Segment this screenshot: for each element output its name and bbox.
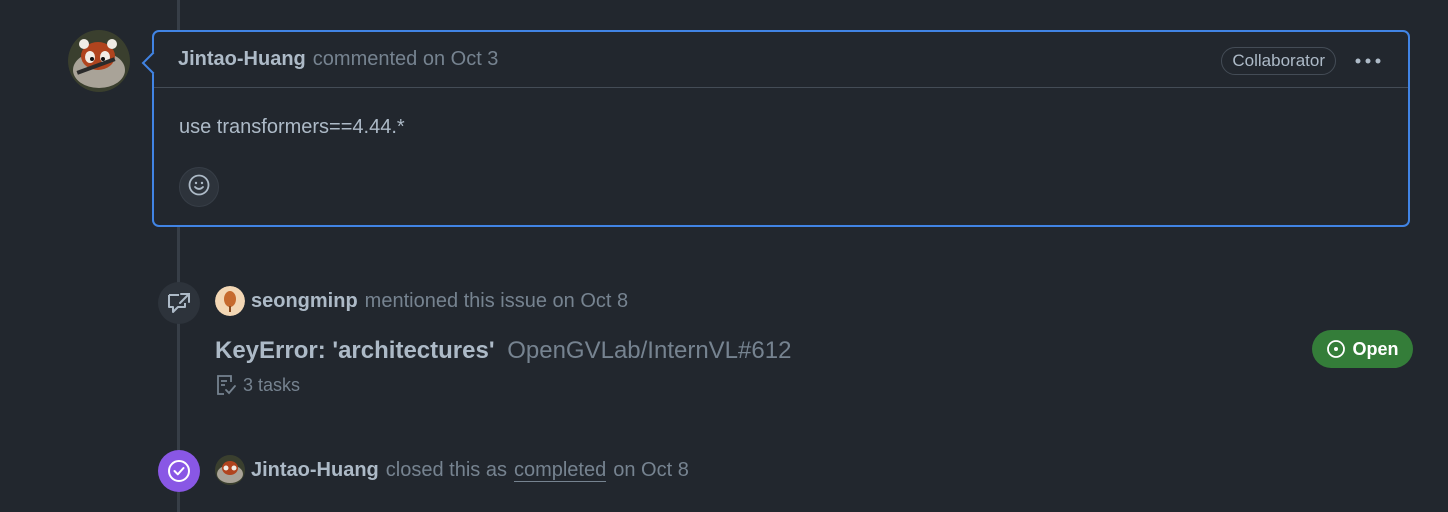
kebab-horizontal-icon[interactable] [1354, 49, 1382, 67]
comment-author-link[interactable]: Jintao-Huang [178, 48, 306, 71]
comment-body: use transformers==4.44.* [179, 116, 405, 138]
issue-opened-icon [1326, 339, 1346, 359]
actor-link[interactable]: Jintao-Huang [251, 459, 379, 482]
comment-timestamp[interactable]: commented on Oct 3 [313, 48, 499, 71]
smiley-icon [188, 174, 210, 201]
event-timestamp[interactable]: on Oct 8 [613, 459, 689, 482]
collaborator-badge: Collaborator [1221, 47, 1336, 75]
check-circle-icon [158, 450, 200, 492]
referenced-issue-title[interactable]: KeyError: 'architectures' [215, 337, 495, 364]
comment-author-avatar[interactable] [68, 30, 130, 92]
referenced-issue[interactable]: KeyError: 'architectures' OpenGVLab/Inte… [215, 337, 791, 365]
checklist-icon [215, 373, 237, 397]
task-count: 3 tasks [215, 373, 300, 397]
close-reason-wrap: completed [513, 458, 607, 482]
event-description: closed this as [385, 458, 507, 481]
actor-avatar[interactable] [215, 286, 245, 316]
cross-reference-icon [158, 282, 200, 324]
close-reason-link[interactable]: completed [513, 458, 607, 482]
issue-state-badge: Open [1312, 330, 1413, 368]
event-description: mentioned this issue on Oct 8 [364, 289, 629, 312]
actor-link[interactable]: seongminp [251, 290, 358, 313]
task-count-label: 3 tasks [243, 374, 301, 395]
issue-state-label: Open [1352, 338, 1399, 359]
comment-box: Jintao-Huang commented on Oct 3 Collabor… [141, 30, 1410, 227]
comment-header: Jintao-Huang commented on Oct 3 [154, 32, 1408, 88]
actor-avatar[interactable] [215, 455, 245, 485]
add-reaction-button[interactable] [179, 167, 219, 207]
referenced-issue-number[interactable]: OpenGVLab/InternVL#612 [507, 337, 791, 364]
closed-event: Jintao-Huang closed this as completed on… [215, 455, 689, 485]
issue-timeline: Jintao-Huang commented on Oct 3 Collabor… [0, 0, 1448, 512]
cross-reference-event: seongminp mentioned this issue on Oct 8 [215, 286, 628, 316]
